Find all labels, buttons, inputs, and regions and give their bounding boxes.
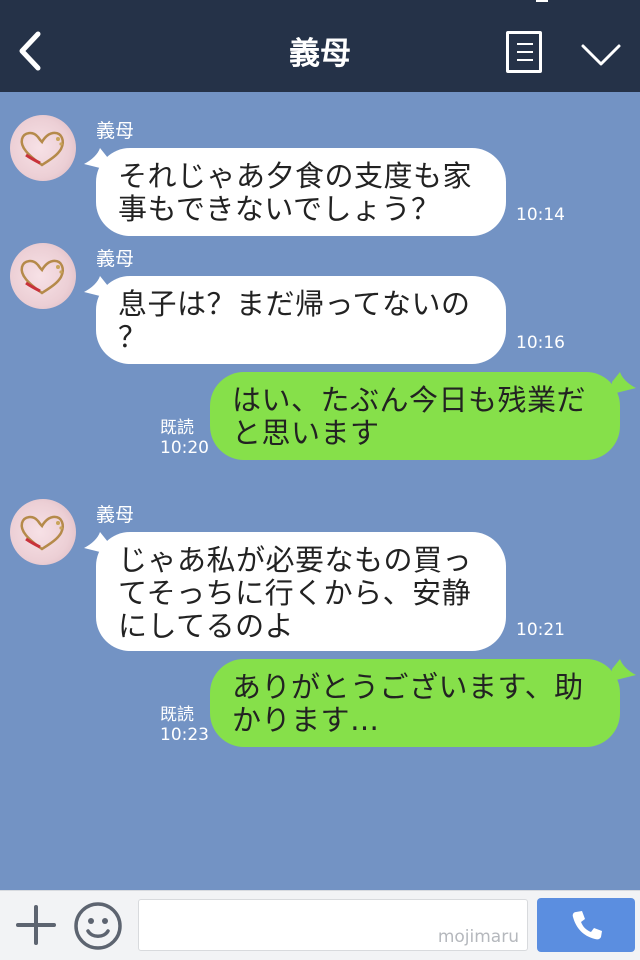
watermark-text: mojimaru: [437, 927, 519, 947]
input-bar: mojimaru: [0, 890, 640, 960]
message-line: はい、たぶん今日も残業だ: [232, 383, 587, 417]
message-bubble[interactable]: 息子は？まだ帰ってないの ？: [96, 276, 506, 364]
plus-icon[interactable]: [16, 905, 56, 945]
message-line: ？: [118, 320, 148, 354]
message-time: 10:21: [516, 620, 565, 640]
chat-header: 義母: [0, 0, 640, 92]
bubble-tail: [612, 659, 636, 681]
message-line: じゃあ私が必要なもの買っ: [118, 543, 473, 577]
call-button[interactable]: [537, 898, 635, 952]
sender-name: 義母: [96, 120, 135, 142]
message-time: 10:14: [516, 205, 565, 225]
chevron-down-icon[interactable]: [580, 42, 622, 68]
phone-icon: [572, 911, 602, 940]
message-line: ありがとうございます、助: [232, 670, 584, 704]
message-time: 10:20: [160, 438, 209, 458]
sender-name: 義母: [96, 248, 135, 270]
message-line: 事もできないでしょう？: [118, 192, 441, 226]
avatar[interactable]: [10, 243, 76, 309]
smiley-icon[interactable]: [73, 901, 123, 951]
message-line: それじゃあ夕食の支度も家: [118, 159, 473, 193]
message-bubble[interactable]: じゃあ私が必要なもの買っ てそっちに行くから、安静 にしてるのよ: [96, 532, 506, 651]
message-line: と思います: [232, 416, 380, 450]
message-line: てそっちに行くから、安静: [118, 576, 472, 610]
message-bubble[interactable]: それじゃあ夕食の支度も家 事もできないでしょう？: [96, 148, 506, 236]
status-indicator: [536, 0, 548, 2]
sender-name: 義母: [96, 504, 135, 526]
message-time: 10:23: [160, 725, 209, 745]
heart-icon: [20, 515, 64, 551]
bubble-tail: [612, 372, 636, 394]
message-bubble[interactable]: はい、たぶん今日も残業だ と思います: [210, 372, 620, 460]
menu-list-icon[interactable]: [506, 31, 542, 73]
read-receipt: 既読 10:23: [160, 705, 209, 745]
avatar[interactable]: [10, 115, 76, 181]
avatar[interactable]: [10, 499, 76, 565]
message-line: 息子は？まだ帰ってないの: [118, 287, 471, 321]
message-line: にしてるのよ: [118, 609, 295, 643]
read-status: 既読: [160, 705, 194, 725]
chat-title: 義母: [289, 36, 351, 72]
read-receipt: 既読 10:20: [160, 418, 209, 458]
message-input[interactable]: mojimaru: [138, 899, 528, 951]
heart-icon: [20, 259, 64, 295]
read-status: 既読: [160, 418, 194, 438]
message-time: 10:16: [516, 333, 565, 353]
message-line: かります…: [232, 703, 380, 737]
heart-icon: [20, 131, 64, 167]
message-bubble[interactable]: ありがとうございます、助 かります…: [210, 659, 620, 747]
